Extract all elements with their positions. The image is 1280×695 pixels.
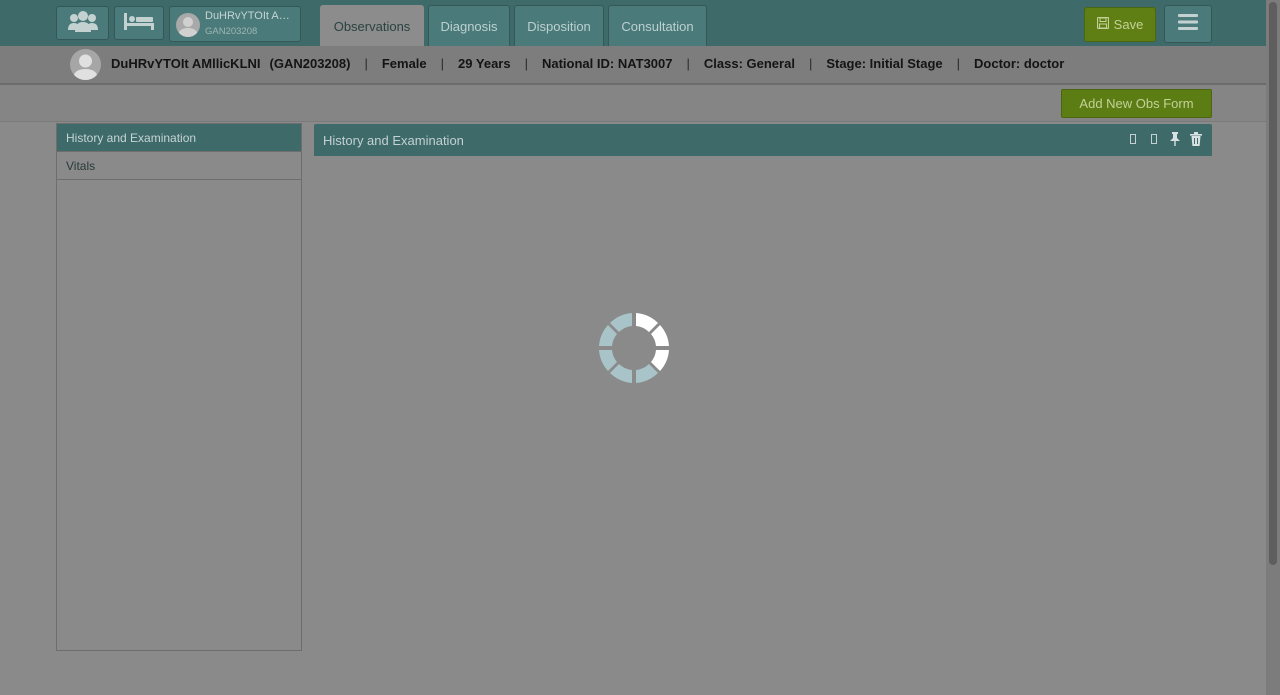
pin-icon[interactable] [1168,132,1181,146]
patients-group-icon [67,10,98,37]
trash-icon[interactable] [1189,132,1202,146]
tab-consultation[interactable]: Consultation [608,5,707,46]
obs-form-list: History and Examination Vitals [56,123,302,651]
patient-class: Class: General [703,56,795,71]
top-navbar: DuHRvYTOIt AM... GAN203208 Observations … [0,0,1266,46]
patient-chip-id: GAN203208 [205,26,258,37]
patients-button[interactable] [56,6,109,40]
save-button-label: Save [1113,17,1144,32]
patient-doctor: Doctor: doctor [974,56,1065,71]
patient-chip-name: DuHRvYTOIt AM... [205,10,297,22]
obs-form-panel-header: History and Examination [314,124,1212,156]
patient-name: DuHRvYTOIt AMllicKLNI [111,56,261,71]
main-menu-button[interactable] [1164,5,1212,43]
page-scrollbar[interactable] [1266,0,1280,695]
divider: | [364,56,368,71]
tab-observations[interactable]: Observations [320,5,424,46]
divider: | [686,56,690,71]
divider: | [524,56,528,71]
loading-spinner-icon [596,310,672,386]
patient-gender: Female [381,56,427,71]
avatar [70,49,101,80]
expand-icon[interactable] [1126,132,1139,146]
patient-info-bar: DuHRvYTOIt AMllicKLNI (GAN203208) | Fema… [0,46,1266,85]
collapse-icon[interactable] [1147,132,1160,146]
tab-diagnosis[interactable]: Diagnosis [428,5,510,46]
tab-disposition[interactable]: Disposition [514,5,604,46]
patient-national-id: National ID: NAT3007 [541,56,673,71]
avatar [176,13,200,37]
patient-stage: Stage: Initial Stage [826,56,943,71]
current-patient-chip[interactable]: DuHRvYTOIt AM... GAN203208 [169,6,301,42]
obs-form-panel-title: History and Examination [323,133,464,148]
divider: | [440,56,445,71]
scrollbar-thumb[interactable] [1269,2,1277,565]
divider: | [956,56,961,71]
bed-icon [123,11,155,36]
divider: | [808,56,813,71]
bed-button[interactable] [114,6,164,40]
patient-age: 29 Years [458,56,511,71]
obs-form-item-vitals[interactable]: Vitals [57,152,301,180]
obs-form-item-history-examination[interactable]: History and Examination [57,124,301,152]
floppy-disk-icon [1096,16,1109,32]
hamburger-menu-icon [1178,13,1198,36]
add-new-obs-form-button[interactable]: Add New Obs Form [1061,89,1212,118]
save-button[interactable]: Save [1084,7,1156,42]
patient-id: (GAN203208) [269,56,351,71]
